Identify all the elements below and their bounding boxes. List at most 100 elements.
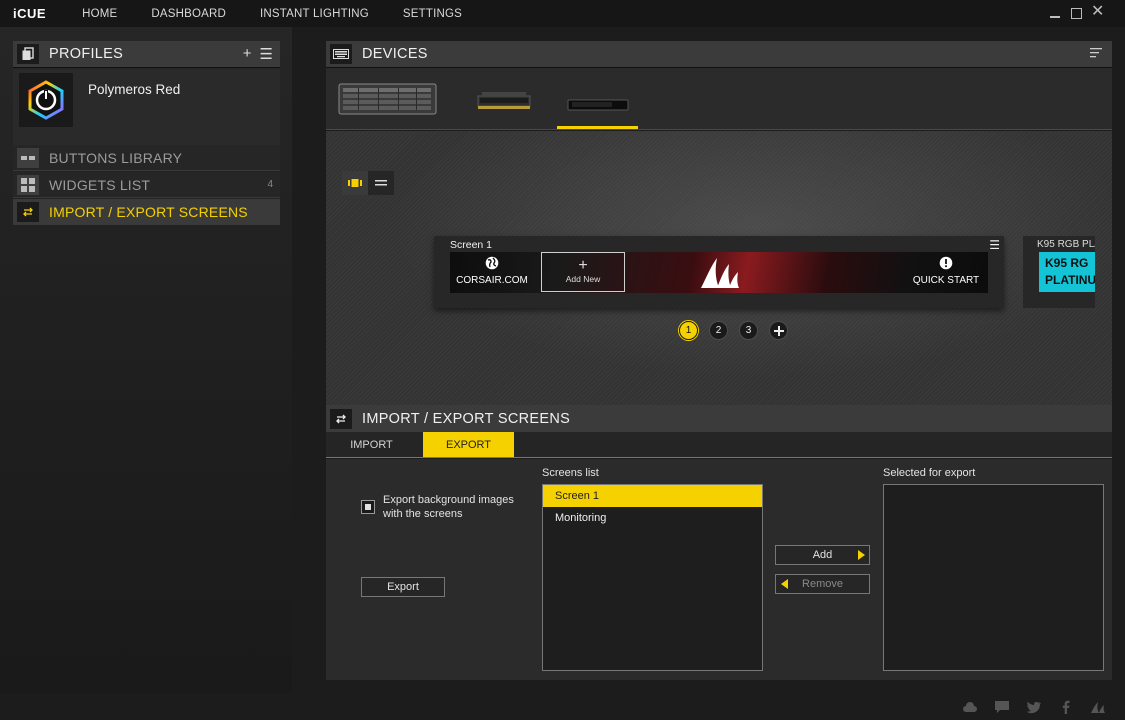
devices-title: DEVICES — [362, 46, 428, 62]
devices-sort-icon[interactable] — [1090, 45, 1102, 63]
minimize-icon[interactable] — [1049, 5, 1061, 21]
left-panel: PROFILES + ☰ Polymeros Red BUTTONS LIBRA… — [0, 27, 292, 693]
page-3-button[interactable]: 3 — [739, 321, 758, 340]
widgets-count: 4 — [267, 179, 273, 190]
widgets-list-label: WIDGETS LIST — [49, 176, 151, 193]
selected-for-export-listbox[interactable] — [883, 484, 1104, 671]
maximize-icon[interactable] — [1070, 5, 1082, 21]
plus-icon — [773, 325, 784, 336]
list-view-icon — [375, 180, 387, 186]
quick-start-link[interactable]: QUICK START — [906, 256, 986, 286]
export-background-option: Export background images with the screen… — [361, 493, 533, 521]
title-bar: iCUE HOME DASHBOARD INSTANT LIGHTING SET… — [0, 0, 1125, 27]
swap-arrows-icon — [330, 408, 352, 429]
device-memory-thumb[interactable] — [476, 78, 532, 118]
profiles-menu-icon[interactable]: ☰ — [260, 45, 273, 63]
add-button[interactable]: Add — [775, 545, 870, 565]
screen-card[interactable]: Screen 1 ☰ CORSAIR.COM + Add New QUICK S… — [434, 236, 1004, 308]
screen-pager: 1 2 3 — [679, 321, 788, 340]
add-profile-icon[interactable]: + — [243, 45, 252, 63]
corsair-com-link[interactable]: CORSAIR.COM — [454, 256, 530, 286]
import-export-label: IMPORT / EXPORT SCREENS — [49, 203, 248, 220]
globe-icon — [485, 256, 499, 270]
footer — [0, 693, 1125, 720]
icue-hex-logo-icon — [28, 80, 64, 120]
device-nexus-thumb[interactable] — [566, 78, 630, 118]
screens-canvas: Screen 1 ☰ CORSAIR.COM + Add New QUICK S… — [326, 131, 1112, 405]
plus-icon: + — [578, 257, 588, 274]
export-panel: Export background images with the screen… — [326, 459, 1112, 680]
tab-import[interactable]: IMPORT — [326, 432, 417, 457]
swap-arrows-icon — [17, 201, 39, 222]
carousel-view-button[interactable] — [342, 171, 368, 195]
profiles-icon — [17, 44, 39, 64]
add-new-widget-button[interactable]: + Add New — [541, 252, 625, 292]
keyboard-device-icon — [338, 83, 437, 115]
corsair-com-label: CORSAIR.COM — [456, 275, 528, 286]
nav-settings[interactable]: SETTINGS — [403, 8, 462, 20]
quick-start-label: QUICK START — [912, 275, 980, 286]
corsair-sails-logo — [697, 254, 741, 293]
profiles-header: PROFILES + ☰ — [13, 41, 280, 68]
arrow-left-icon — [781, 579, 788, 589]
add-new-label: Add New — [565, 274, 601, 284]
nav-dashboard[interactable]: DASHBOARD — [151, 8, 226, 20]
window-controls: ✕ — [1049, 4, 1104, 21]
screen-menu-icon[interactable]: ☰ — [989, 238, 1000, 252]
arrow-right-icon — [858, 550, 865, 560]
selected-device-indicator — [557, 126, 638, 129]
nav-instant-lighting[interactable]: INSTANT LIGHTING — [260, 8, 369, 20]
keyboard-icon — [330, 44, 352, 64]
tab-export[interactable]: EXPORT — [423, 432, 514, 457]
k95-line1: K95 RG — [1045, 256, 1089, 270]
list-item[interactable]: Monitoring — [543, 507, 762, 529]
chat-feedback-icon[interactable] — [993, 699, 1011, 715]
import-export-header: IMPORT / EXPORT SCREENS — [326, 405, 1112, 432]
memory-device-icon — [477, 92, 531, 109]
buttons-library-icon — [17, 147, 39, 168]
import-export-tabs: IMPORT EXPORT — [326, 432, 1112, 458]
remove-button[interactable]: Remove — [775, 574, 870, 594]
export-background-checkbox[interactable] — [361, 500, 375, 514]
sidebar-item-import-export[interactable]: IMPORT / EXPORT SCREENS — [13, 199, 280, 225]
sidebar-item-buttons-library[interactable]: BUTTONS LIBRARY — [13, 145, 280, 171]
page-2-button[interactable]: 2 — [709, 321, 728, 340]
widgets-grid-icon — [17, 174, 39, 195]
screen-preview: CORSAIR.COM + Add New QUICK START — [450, 252, 988, 293]
profile-avatar — [19, 73, 73, 127]
add-button-label: Add — [812, 549, 833, 561]
buttons-library-label: BUTTONS LIBRARY — [49, 149, 183, 166]
k95-line2: PLATINU — [1045, 273, 1095, 287]
app-title: iCUE — [13, 6, 47, 21]
carousel-view-icon — [348, 179, 362, 187]
add-page-button[interactable] — [769, 321, 788, 340]
close-icon[interactable]: ✕ — [1091, 4, 1104, 21]
view-toggle — [342, 171, 394, 195]
nav-home[interactable]: HOME — [82, 8, 117, 20]
devices-header: DEVICES — [326, 41, 1112, 68]
display-device-icon — [567, 99, 629, 111]
selected-for-export-label: Selected for export — [883, 467, 976, 479]
sidebar-item-widgets-list[interactable]: WIDGETS LIST 4 — [13, 172, 280, 198]
screens-listbox[interactable]: Screen 1 Monitoring — [542, 484, 763, 671]
export-button[interactable]: Export — [361, 577, 445, 597]
facebook-icon[interactable] — [1057, 699, 1075, 715]
k95-screen-title: K95 RGB PLA — [1037, 239, 1095, 250]
alert-circle-icon — [939, 256, 953, 270]
k95-screen-preview: K95 RG PLATINU — [1039, 252, 1095, 292]
list-view-button[interactable] — [368, 171, 394, 195]
screens-list-label: Screens list — [542, 467, 599, 479]
twitter-icon[interactable] — [1025, 699, 1043, 715]
devices-strip — [326, 68, 1112, 130]
list-item[interactable]: Screen 1 — [543, 485, 762, 507]
profile-card[interactable]: Polymeros Red — [13, 69, 280, 157]
page-1-button[interactable]: 1 — [679, 321, 698, 340]
corsair-sails-icon — [701, 258, 739, 288]
corsair-logo-icon[interactable] — [1089, 699, 1107, 715]
k95-screen-card[interactable]: K95 RGB PLA K95 RG PLATINU — [1023, 236, 1095, 308]
device-keyboard-thumb[interactable] — [338, 78, 438, 118]
export-background-label: Export background images with the screen… — [383, 494, 514, 520]
profile-name: Polymeros Red — [88, 82, 181, 97]
screen-title: Screen 1 — [450, 239, 493, 251]
cloud-upload-icon[interactable] — [961, 699, 979, 715]
